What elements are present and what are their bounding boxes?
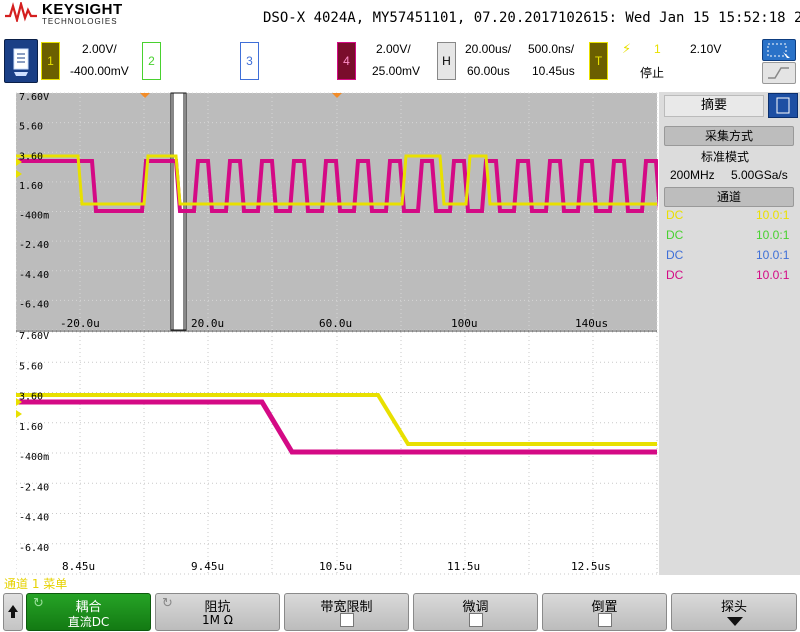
horizontal-scale: 20.00us/	[465, 42, 512, 56]
zoom-x-tick-label: 11.5u	[447, 560, 480, 573]
probe-label: 探头	[720, 600, 747, 615]
channel-1-number: 1	[47, 54, 54, 68]
waveform-gesture-icon	[768, 67, 789, 79]
zoom-y-tick-label: 3.60	[19, 392, 43, 403]
main-y-tick-label: 1.60	[19, 181, 43, 192]
up-arrow-icon	[8, 605, 18, 618]
zoom-y-tick-label: -400m	[19, 452, 49, 463]
impedance-value: 1M Ω	[202, 613, 233, 627]
zoom-y-tick-label: 1.60	[19, 422, 43, 433]
channel-4-number: 4	[343, 54, 350, 68]
trigger-button[interactable]: T	[589, 42, 608, 80]
main-y-tick-label: 5.60	[19, 122, 43, 133]
back-button[interactable]	[3, 593, 23, 631]
document-icon	[13, 48, 29, 76]
main-x-tick-label: -20.0u	[60, 317, 100, 330]
zoom-y-tick-label: -6.40	[19, 543, 49, 554]
waveform-display[interactable]: 7.60V 5.60 3.60 1.60 -400m -2.40 -4.40 -6.40 -2…	[16, 92, 658, 575]
channel-3-number: 3	[246, 54, 253, 68]
channel-1-button[interactable]: 1	[41, 42, 60, 80]
model-info-line: DSO-X 4024A, MY57451101, 07.20.201710261…	[263, 10, 800, 26]
coupling-softkey[interactable]: ↻ 耦合 直流DC	[26, 593, 151, 631]
probe-ratio: 10.0:1	[756, 268, 790, 282]
main-y-tick-label: 3.60	[19, 151, 43, 162]
channel-4-button[interactable]: 4	[337, 42, 356, 80]
main-y-tick-label: -400m	[19, 211, 49, 222]
coupling-value: 直流DC	[67, 615, 110, 629]
channel-4-offset: 25.00mV	[372, 64, 421, 78]
zoom-y-tick-label: -4.40	[19, 513, 49, 524]
channel-1-scale: 2.00V/	[82, 42, 117, 56]
horizontal-label: H	[442, 54, 451, 68]
zoom-y-tick-label: 5.60	[19, 361, 43, 372]
brand-subtitle: TECHNOLOGIES	[42, 17, 118, 26]
gesture-icon-button[interactable]	[762, 62, 796, 84]
panel-icon	[776, 97, 790, 114]
keysight-logo-icon	[5, 2, 37, 22]
zoom-scale: 500.0ns/	[528, 42, 575, 56]
main-y-tick-label: -2.40	[19, 240, 49, 251]
probe-coupling: DC	[666, 208, 684, 222]
probe-ratio: 10.0:1	[756, 248, 790, 262]
probe-ratio: 10.0:1	[756, 208, 790, 222]
rising-edge-icon: ⚡	[622, 42, 632, 57]
probe-softkey[interactable]: 探头	[671, 593, 797, 631]
trigger-level: 2.10V	[690, 42, 722, 56]
select-region-icon	[767, 43, 790, 58]
channel-2-button[interactable]: 2	[142, 42, 161, 80]
main-x-tick-label: 20.0u	[191, 317, 224, 330]
invert-softkey[interactable]: 倒置	[542, 593, 667, 631]
zoom-x-tick-label: 10.5u	[319, 560, 352, 573]
bandwidth-limit-softkey[interactable]: 带宽限制	[284, 593, 409, 631]
zoom-x-tick-label: 8.45u	[62, 560, 95, 573]
main-y-tick-label: -4.40	[19, 270, 49, 281]
fine-checkbox[interactable]	[468, 613, 483, 627]
zoom-y-tick-label: -2.40	[19, 482, 49, 493]
save-recall-icon-button[interactable]	[4, 39, 38, 83]
channel-4-scale: 2.00V/	[376, 42, 411, 56]
menu-title: 通道 1 菜单	[4, 577, 68, 591]
main-y-tick-label: -6.40	[19, 299, 49, 310]
run-status: 停止	[640, 66, 665, 80]
main-x-tick-label: 60.0u	[319, 317, 352, 330]
acquisition-bandwidth: 200MHz	[670, 168, 715, 182]
side-panel-tab[interactable]	[768, 93, 798, 118]
probe-coupling: DC	[666, 248, 684, 262]
horizontal-delay: 60.00us	[467, 64, 510, 78]
zoom-x-tick-label: 9.45u	[191, 560, 224, 573]
main-y-tick-label: 7.60V	[19, 92, 49, 103]
acquisition-mode: 标准模式	[701, 150, 750, 164]
probe-ratio: 10.0:1	[756, 228, 790, 242]
channel-1-offset: -400.00mV	[70, 64, 129, 78]
submenu-arrow-icon	[727, 617, 743, 626]
impedance-softkey[interactable]: ↻ 阻抗 1M Ω	[155, 593, 280, 631]
touch-select-icon-button[interactable]	[762, 39, 796, 61]
zoom-delay: 10.45us	[532, 64, 575, 78]
bandwidth-limit-checkbox[interactable]	[339, 613, 354, 627]
channel-3-button[interactable]: 3	[240, 42, 259, 80]
fine-softkey[interactable]: 微调	[413, 593, 538, 631]
main-x-tick-label: 100u	[451, 317, 478, 330]
horizontal-button[interactable]: H	[437, 42, 456, 80]
acquisition-header: 采集方式	[664, 126, 794, 146]
probe-coupling: DC	[666, 228, 684, 242]
probe-coupling: DC	[666, 268, 684, 282]
summary-title[interactable]: 摘要	[664, 95, 764, 117]
zoom-y-tick-label: 7.60V	[19, 331, 49, 342]
invert-checkbox[interactable]	[597, 613, 612, 627]
main-x-tick-label: 140us	[575, 317, 608, 330]
status-bar	[0, 575, 800, 592]
zoom-x-tick-label: 12.5us	[571, 560, 611, 573]
brand-name: KEYSIGHT	[42, 1, 123, 18]
channels-header: 通道	[664, 187, 794, 207]
trigger-label: T	[594, 54, 603, 68]
trigger-source: 1	[654, 42, 661, 56]
channel-2-number: 2	[148, 54, 155, 68]
acquisition-sample-rate: 5.00GSa/s	[731, 168, 788, 182]
